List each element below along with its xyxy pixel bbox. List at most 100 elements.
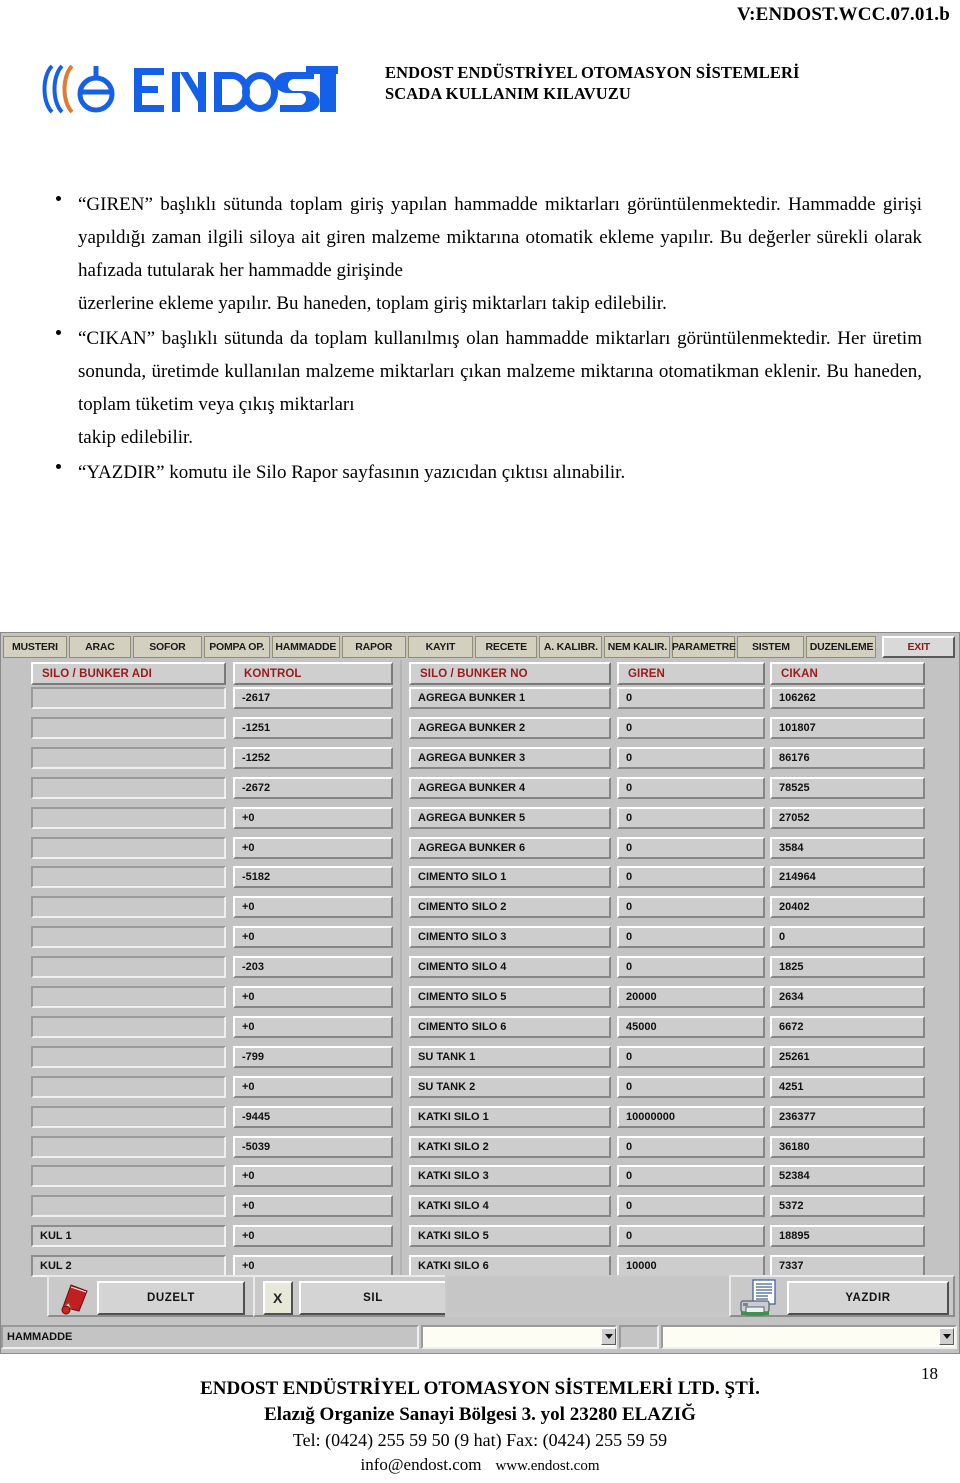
menu-item-parametre[interactable]: PARAMETRE: [672, 636, 736, 658]
cell-giren[interactable]: 10000000: [617, 1106, 765, 1128]
cell-silo-bunker-adi[interactable]: [31, 807, 226, 829]
cell-silo-bunker-adi[interactable]: KUL 1: [31, 1225, 226, 1247]
cell-kontrol[interactable]: +0: [233, 1076, 393, 1098]
cell-kontrol[interactable]: +0: [233, 1255, 393, 1277]
cell-kontrol[interactable]: +0: [233, 1165, 393, 1187]
cell-cikan[interactable]: 2634: [770, 986, 925, 1008]
cell-silo-bunker-no[interactable]: AGREGA BUNKER 2: [409, 717, 611, 739]
cell-silo-bunker-no[interactable]: KATKI SILO 1: [409, 1106, 611, 1128]
cell-giren[interactable]: 45000: [617, 1016, 765, 1038]
cell-giren[interactable]: 0: [617, 1046, 765, 1068]
cell-silo-bunker-no[interactable]: KATKI SILO 5: [409, 1225, 611, 1247]
cell-silo-bunker-adi[interactable]: [31, 1016, 226, 1038]
cell-giren[interactable]: 0: [617, 866, 765, 888]
menu-item-duzenleme[interactable]: DUZENLEME: [806, 636, 877, 658]
cell-cikan[interactable]: 52384: [770, 1165, 925, 1187]
cell-silo-bunker-no[interactable]: KATKI SILO 6: [409, 1255, 611, 1277]
cell-cikan[interactable]: 18895: [770, 1225, 925, 1247]
cell-silo-bunker-no[interactable]: KATKI SILO 3: [409, 1165, 611, 1187]
menu-item-arac[interactable]: ARAC: [68, 636, 131, 658]
cell-silo-bunker-adi[interactable]: [31, 687, 226, 709]
cell-giren[interactable]: 0: [617, 837, 765, 859]
cell-giren[interactable]: 20000: [617, 986, 765, 1008]
cell-cikan[interactable]: 0: [770, 926, 925, 948]
cell-kontrol[interactable]: +0: [233, 837, 393, 859]
cell-giren[interactable]: 0: [617, 1136, 765, 1158]
cell-kontrol[interactable]: -1252: [233, 747, 393, 769]
cell-giren[interactable]: 0: [617, 896, 765, 918]
cell-cikan[interactable]: 7337: [770, 1255, 925, 1277]
cell-silo-bunker-adi[interactable]: [31, 926, 226, 948]
yazdir-button[interactable]: YAZDIR: [787, 1281, 949, 1315]
cell-silo-bunker-adi[interactable]: [31, 986, 226, 1008]
cell-silo-bunker-adi[interactable]: [31, 717, 226, 739]
cell-cikan[interactable]: 4251: [770, 1076, 925, 1098]
menu-item-pompa-op[interactable]: POMPA OP.: [203, 636, 270, 658]
cell-silo-bunker-adi[interactable]: [31, 747, 226, 769]
cell-kontrol[interactable]: -2672: [233, 777, 393, 799]
combo-1-chevron-down-icon[interactable]: [601, 1328, 616, 1345]
cell-kontrol[interactable]: -799: [233, 1046, 393, 1068]
duzelt-button[interactable]: DUZELT: [97, 1281, 245, 1315]
cell-cikan[interactable]: 6672: [770, 1016, 925, 1038]
cell-silo-bunker-adi[interactable]: KUL 2: [31, 1255, 226, 1277]
cell-silo-bunker-no[interactable]: KATKI SILO 4: [409, 1195, 611, 1217]
cell-silo-bunker-no[interactable]: AGREGA BUNKER 1: [409, 687, 611, 709]
cell-silo-bunker-adi[interactable]: [31, 1165, 226, 1187]
cell-silo-bunker-adi[interactable]: [31, 956, 226, 978]
menu-item-rapor[interactable]: RAPOR: [341, 636, 406, 658]
cell-silo-bunker-no[interactable]: CIMENTO SILO 1: [409, 866, 611, 888]
menu-item-nem-kalir[interactable]: NEM KALIR.: [604, 636, 671, 658]
cell-silo-bunker-no[interactable]: AGREGA BUNKER 4: [409, 777, 611, 799]
cell-giren[interactable]: 0: [617, 926, 765, 948]
cell-kontrol[interactable]: +0: [233, 1195, 393, 1217]
menu-item-hammadde[interactable]: HAMMADDE: [271, 636, 340, 658]
cell-kontrol[interactable]: +0: [233, 896, 393, 918]
cell-silo-bunker-no[interactable]: CIMENTO SILO 3: [409, 926, 611, 948]
cell-giren[interactable]: 0: [617, 777, 765, 799]
cell-kontrol[interactable]: +0: [233, 986, 393, 1008]
cell-silo-bunker-no[interactable]: SU TANK 1: [409, 1046, 611, 1068]
cell-kontrol[interactable]: -203: [233, 956, 393, 978]
cell-silo-bunker-adi[interactable]: [31, 1195, 226, 1217]
cell-silo-bunker-adi[interactable]: [31, 896, 226, 918]
menu-item-a-kalibr[interactable]: A. KALIBR.: [539, 636, 603, 658]
combo-field-2[interactable]: [661, 1325, 957, 1349]
cell-silo-bunker-adi[interactable]: [31, 1046, 226, 1068]
cell-giren[interactable]: 0: [617, 1225, 765, 1247]
cell-silo-bunker-no[interactable]: AGREGA BUNKER 5: [409, 807, 611, 829]
cell-silo-bunker-adi[interactable]: [31, 1136, 226, 1158]
cell-kontrol[interactable]: +0: [233, 807, 393, 829]
combo-2-chevron-down-icon[interactable]: [939, 1328, 954, 1345]
cell-cikan[interactable]: 3584: [770, 837, 925, 859]
cell-silo-bunker-no[interactable]: CIMENTO SILO 5: [409, 986, 611, 1008]
cell-kontrol[interactable]: -1251: [233, 717, 393, 739]
cell-silo-bunker-no[interactable]: SU TANK 2: [409, 1076, 611, 1098]
cell-giren[interactable]: 0: [617, 717, 765, 739]
cell-cikan[interactable]: 214964: [770, 866, 925, 888]
cell-kontrol[interactable]: +0: [233, 1016, 393, 1038]
cell-cikan[interactable]: 20402: [770, 896, 925, 918]
cell-cikan[interactable]: 5372: [770, 1195, 925, 1217]
cell-silo-bunker-adi[interactable]: [31, 1076, 226, 1098]
cell-giren[interactable]: 0: [617, 1165, 765, 1187]
cell-silo-bunker-adi[interactable]: [31, 866, 226, 888]
cell-cikan[interactable]: 86176: [770, 747, 925, 769]
cell-silo-bunker-no[interactable]: KATKI SILO 2: [409, 1136, 611, 1158]
cell-giren[interactable]: 0: [617, 956, 765, 978]
cell-kontrol[interactable]: -2617: [233, 687, 393, 709]
cell-kontrol[interactable]: -5039: [233, 1136, 393, 1158]
cell-cikan[interactable]: 27052: [770, 807, 925, 829]
cell-cikan[interactable]: 78525: [770, 777, 925, 799]
cell-kontrol[interactable]: +0: [233, 926, 393, 948]
menu-item-recete[interactable]: RECETE: [475, 636, 538, 658]
cell-giren[interactable]: 0: [617, 687, 765, 709]
exit-button[interactable]: EXIT: [882, 636, 955, 658]
cell-cikan[interactable]: 101807: [770, 717, 925, 739]
cell-kontrol[interactable]: -9445: [233, 1106, 393, 1128]
menu-item-musteri[interactable]: MUSTERI: [3, 636, 67, 658]
cell-cikan[interactable]: 25261: [770, 1046, 925, 1068]
menu-item-sofor[interactable]: SOFOR: [132, 636, 202, 658]
cell-giren[interactable]: 10000: [617, 1255, 765, 1277]
cell-cikan[interactable]: 36180: [770, 1136, 925, 1158]
